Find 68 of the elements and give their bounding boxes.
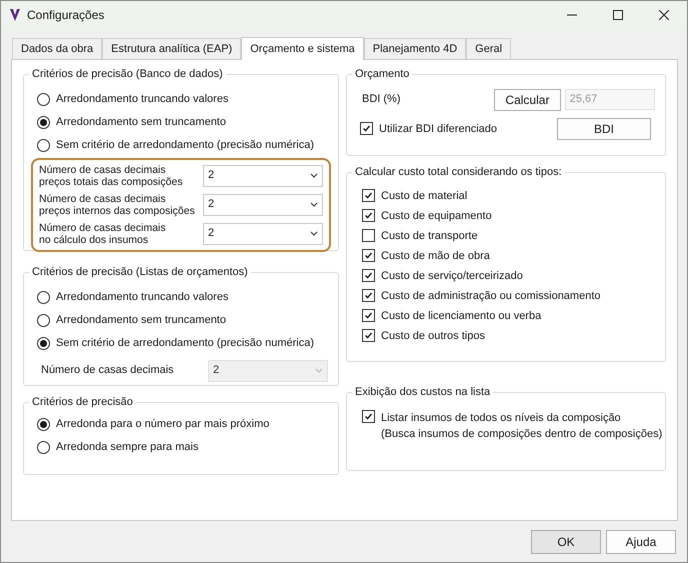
chevron-down-icon <box>315 368 323 373</box>
radio-label: Arredondamento sem truncamento <box>56 312 226 328</box>
calculate-button[interactable]: Calcular <box>494 88 561 110</box>
checkbox[interactable] <box>360 122 373 135</box>
checkbox-label: Custo de mão de obra <box>381 248 490 264</box>
bdi-field: 25,67 <box>564 89 655 110</box>
window-title: Configurações <box>27 7 104 24</box>
tab[interactable]: Estrutura analítica (EAP) <box>102 38 242 59</box>
radio-label: Sem critério de arredondamento (precisão numérica) <box>56 336 314 351</box>
checkbox-label: Custo de licenciamento ou verba <box>381 308 542 324</box>
radio-label: Arredonda sempre para mais <box>56 440 198 455</box>
radio-label: Arredonda para o número par mais próximo <box>56 416 270 432</box>
radio-label: Arredondamento truncando valores <box>56 290 228 305</box>
ok-button[interactable]: OK <box>531 530 601 554</box>
field-label: Número de casas decimais preços internos das composições <box>39 192 195 216</box>
chevron-down-icon <box>310 173 318 178</box>
chevron-down-icon <box>310 231 318 236</box>
group-title: Critérios de precisão (Banco de dados) <box>31 67 224 82</box>
help-button[interactable]: Ajuda <box>606 530 676 554</box>
field-label: Número de casas decimais <box>41 363 174 378</box>
checkbox-label: Utilizar BDI diferenciado <box>379 122 497 136</box>
checkbox-label: Custo de material <box>381 188 468 204</box>
close-icon[interactable] <box>659 10 669 20</box>
chevron-down-icon <box>310 202 318 207</box>
field-label: Número de casas decimais no cálculo dos insumos <box>39 222 166 246</box>
checkbox-label: Listar insumos de todos os níveis da composição (Busca insumos de composições dentro de composições) <box>381 410 662 442</box>
dropdown[interactable]: 2 <box>203 222 323 244</box>
radio-label: Sem critério de arredondamento (precisão numérica) <box>56 138 314 153</box>
radio-button[interactable] <box>37 92 50 106</box>
app-logo-icon <box>9 8 21 22</box>
radio-button[interactable] <box>37 418 50 430</box>
checkbox[interactable] <box>362 189 375 202</box>
group-title: Orçamento <box>354 67 410 82</box>
checkbox-label: Custo de serviço/terceirizado <box>381 268 523 284</box>
radio-button[interactable] <box>37 138 50 152</box>
tab[interactable]: Dados da obra <box>12 38 102 59</box>
checkbox[interactable] <box>362 309 375 322</box>
field-label: Número de casas decimais preços totais das composições <box>39 164 183 188</box>
checkbox[interactable] <box>362 329 375 342</box>
checkbox[interactable] <box>362 209 375 222</box>
checkbox-label: Custo de equipamento <box>381 208 492 224</box>
radio-label: Arredondamento sem truncamento <box>56 114 226 130</box>
checkbox-label: Custo de administração ou comissionamento <box>381 288 601 304</box>
tab[interactable]: Orçamento e sistema <box>241 37 364 60</box>
dropdown[interactable]: 2 <box>203 194 323 216</box>
tab[interactable]: Planejamento 4D <box>364 38 466 59</box>
field-label: BDI (%) <box>362 92 402 108</box>
radio-button[interactable] <box>37 116 50 128</box>
maximize-icon[interactable] <box>613 10 623 20</box>
group-title: Calcular custo total considerando os tipos: <box>354 165 563 180</box>
checkbox[interactable] <box>362 289 375 302</box>
group-title: Critérios de precisão <box>31 395 134 410</box>
checkbox[interactable] <box>362 229 375 242</box>
radio-button[interactable] <box>37 440 50 454</box>
group-title: Exibição dos custos na lista <box>354 385 492 400</box>
radio-label: Arredondamento truncando valores <box>56 92 228 107</box>
checkbox[interactable] <box>362 410 375 422</box>
checkbox-label: Custo de transporte <box>381 228 478 244</box>
radio-button[interactable] <box>37 290 50 304</box>
dropdown[interactable]: 2 <box>203 164 323 186</box>
tab[interactable]: Geral <box>466 38 512 59</box>
checkbox[interactable] <box>362 249 375 262</box>
group-title: Critérios de precisão (Listas de orçamentos) <box>31 265 249 280</box>
checkbox[interactable] <box>362 269 375 282</box>
radio-button[interactable] <box>37 314 50 326</box>
radio-button[interactable] <box>37 336 50 350</box>
checkbox-label: Custo de outros tipos <box>381 328 485 344</box>
bdi-button[interactable]: BDI <box>557 118 651 140</box>
